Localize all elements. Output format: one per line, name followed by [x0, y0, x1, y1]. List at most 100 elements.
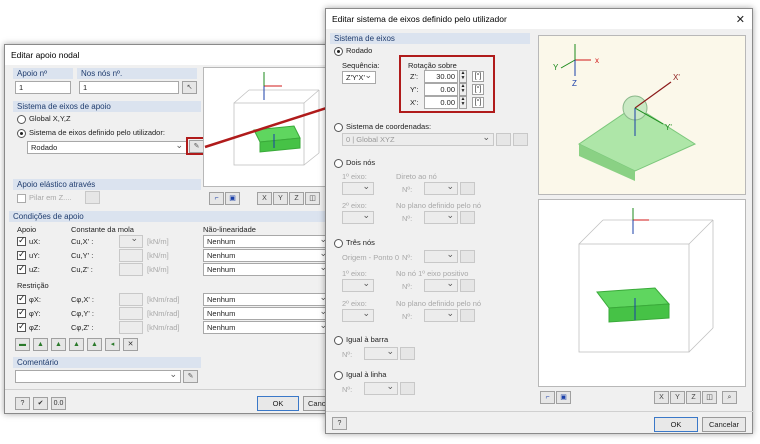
help-icon[interactable]: ? — [15, 397, 30, 410]
view-x-icon[interactable]: X — [654, 391, 669, 404]
svg-text:Y: Y — [553, 63, 559, 72]
third-axis-select[interactable] — [342, 278, 374, 292]
line-pick-icon[interactable] — [400, 382, 415, 395]
comment-field[interactable] — [15, 369, 181, 383]
support-hinged2-icon[interactable]: ▲ — [51, 338, 66, 351]
uz-nonlin-select[interactable]: Nenhum — [203, 262, 331, 276]
member-pick-icon[interactable] — [400, 347, 415, 360]
view-iso-icon[interactable]: ⌐ — [209, 192, 224, 205]
coord-system-radio[interactable] — [334, 123, 343, 132]
pillar-edit-icon[interactable] — [85, 191, 100, 204]
user-system-select[interactable]: Rodado — [27, 140, 187, 154]
uy-const-field[interactable] — [119, 249, 143, 262]
y-rot-spinner[interactable]: ▲ ▼ — [459, 83, 467, 96]
zoom-icon[interactable]: ⌕ — [722, 391, 737, 404]
view-y-icon[interactable]: Y — [273, 192, 288, 205]
phix-const-field[interactable] — [119, 293, 143, 306]
uz-const-field[interactable] — [119, 263, 143, 276]
phiy-const-field[interactable] — [119, 307, 143, 320]
equal-member-radio[interactable] — [334, 336, 343, 345]
support-free-icon[interactable]: ▬ — [15, 338, 30, 351]
origin-pick-icon[interactable] — [460, 250, 475, 263]
units-icon[interactable]: 0.0 — [51, 397, 66, 410]
coord-system-select[interactable]: 0 | Global XYZ — [342, 132, 494, 146]
phiz-label: φZ: — [29, 323, 41, 332]
phix-unit: [kNm/rad] — [147, 295, 180, 304]
x-rot-spinner[interactable]: ▲ ▼ — [459, 96, 467, 109]
second-axis-select[interactable] — [342, 210, 374, 224]
phiy-const-label: Cφ,Y' : — [71, 309, 94, 318]
first-node-field[interactable] — [424, 181, 458, 195]
phix-nonlin-select[interactable]: Nenhum — [203, 292, 331, 306]
view-y-icon[interactable]: Y — [670, 391, 685, 404]
close-icon[interactable]: ✕ — [736, 13, 745, 26]
ux-checkbox[interactable] — [17, 235, 26, 246]
rotated-radio[interactable] — [334, 47, 343, 56]
phiy-nonlin-select[interactable]: Nenhum — [203, 306, 331, 320]
fourth-axis-select[interactable] — [342, 308, 374, 322]
fourth-node-field[interactable] — [424, 308, 458, 322]
first-axis-select[interactable] — [342, 181, 374, 195]
z-rot-field[interactable]: 30.00 — [424, 70, 458, 83]
x-rot-field[interactable]: 0.00 — [424, 96, 458, 109]
view-screen-icon[interactable]: ▣ — [225, 192, 240, 205]
pick-node-icon[interactable]: ↖ — [182, 81, 197, 94]
view-z-icon[interactable]: Z — [686, 391, 701, 404]
z-rot-spinner[interactable]: ▲ ▼ — [459, 70, 467, 83]
global-xyz-radio[interactable] — [17, 115, 26, 124]
svg-text:Z: Z — [572, 79, 577, 88]
coord-new-icon[interactable] — [496, 133, 511, 146]
uy-checkbox[interactable] — [17, 249, 26, 260]
y-rot-field[interactable]: 0.00 — [424, 83, 458, 96]
support-no-field[interactable]: 1 — [15, 81, 71, 94]
pillar-checkbox[interactable] — [17, 194, 26, 203]
support-clear-icon[interactable]: ✕ — [123, 338, 138, 351]
fourth-node-pick-icon[interactable] — [460, 309, 475, 322]
ux-nonlin-select[interactable]: Nenhum — [203, 234, 331, 248]
support-rotate-icon[interactable]: ◂ — [105, 338, 120, 351]
phix-checkbox[interactable] — [17, 293, 26, 304]
user-system-radio[interactable] — [17, 129, 26, 138]
view-iso-icon[interactable]: ⌐ — [540, 391, 555, 404]
second-node-pick-icon[interactable] — [460, 211, 475, 224]
three-nodes-radio[interactable] — [334, 239, 343, 248]
phiz-const-field[interactable] — [119, 321, 143, 334]
view-3d-icon[interactable]: ◫ — [702, 391, 717, 404]
second-node-field[interactable] — [424, 210, 458, 224]
third-node-pick-icon[interactable] — [460, 279, 475, 292]
uy-nonlin-select[interactable]: Nenhum — [203, 248, 331, 262]
phiz-checkbox[interactable] — [17, 321, 26, 332]
support-preview-view — [203, 67, 333, 187]
first-node-pick-icon[interactable] — [460, 182, 475, 195]
check-icon[interactable]: ✔ — [33, 397, 48, 410]
uz-checkbox[interactable] — [17, 263, 26, 274]
phiy-unit: [kNm/rad] — [147, 309, 180, 318]
coord-edit-icon[interactable] — [513, 133, 528, 146]
phiz-nonlin-select[interactable]: Nenhum — [203, 320, 331, 334]
equal-line-radio[interactable] — [334, 371, 343, 380]
ok-button[interactable]: OK — [654, 417, 698, 432]
line-no-field[interactable] — [364, 381, 398, 395]
ok-button[interactable]: OK — [257, 396, 299, 411]
ux-const-spin[interactable] — [121, 233, 141, 248]
view-z-icon[interactable]: Z — [289, 192, 304, 205]
ux-const-label: Cu,X' : — [71, 237, 94, 246]
view-3d-icon[interactable]: ◫ — [305, 192, 320, 205]
phiy-checkbox[interactable] — [17, 307, 26, 318]
support-roller-icon[interactable]: ▲ — [87, 338, 102, 351]
help-icon[interactable]: ? — [332, 417, 347, 430]
third-node-field[interactable] — [424, 278, 458, 292]
member-no-label: Nº: — [342, 350, 353, 359]
cancel-button[interactable]: Cancelar — [702, 417, 746, 432]
comment-edit-icon[interactable]: ✎ — [183, 370, 198, 383]
view-x-icon[interactable]: X — [257, 192, 272, 205]
view-screen-icon[interactable]: ▣ — [556, 391, 571, 404]
support-fixed-icon[interactable]: ▲ — [69, 338, 84, 351]
member-no-field[interactable] — [364, 346, 398, 360]
support-hinged-icon[interactable]: ▲ — [33, 338, 48, 351]
two-nodes-radio[interactable] — [334, 159, 343, 168]
nodes-field[interactable]: 1 — [79, 81, 179, 94]
sequence-select[interactable]: Z'Y'X' — [342, 70, 376, 84]
origin-node-field[interactable] — [424, 249, 458, 263]
user-system-label: Sistema de eixos definido pelo utilizado… — [29, 128, 165, 137]
